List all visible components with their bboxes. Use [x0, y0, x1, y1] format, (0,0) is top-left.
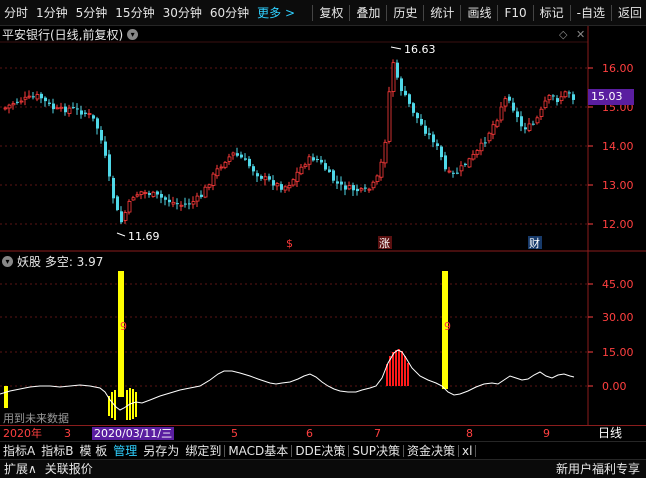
- promo-link[interactable]: 新用户福利专享: [552, 460, 646, 478]
- event-marker[interactable]: $: [286, 237, 293, 250]
- limit-up-marker[interactable]: 涨: [379, 237, 390, 250]
- tab-dde[interactable]: DDE决策: [292, 442, 348, 460]
- price-tick-label: 12.00: [602, 218, 634, 231]
- indicator-series: 9 9: [0, 271, 575, 420]
- nine-count-label: 9: [444, 320, 451, 333]
- date-label: 5: [231, 427, 238, 440]
- price-tick-label: 16.00: [602, 62, 634, 75]
- date-axis: 2020年 3 2020/03/11/三 5 6 7 8 9 日线: [0, 425, 646, 441]
- indicator-tick-label: 15.00: [602, 346, 634, 359]
- tab-indicator-a[interactable]: 指标A: [0, 442, 38, 460]
- tab-manage[interactable]: 管理: [110, 442, 140, 460]
- tab-bind-to[interactable]: 绑定到: [182, 442, 224, 460]
- tab-sup[interactable]: SUP决策: [349, 442, 403, 460]
- bottom-bar: 扩展∧ 关联报价 新用户福利专享: [0, 459, 646, 478]
- price-tick-label: 14.00: [602, 140, 634, 153]
- date-label: 3: [64, 427, 71, 440]
- candlestick-series: [3, 59, 575, 224]
- date-label: 2020年: [3, 427, 42, 440]
- indicator-tick-label: 45.00: [602, 278, 634, 291]
- indicator-name: 妖股 多空: 3.97: [17, 255, 104, 269]
- tab-indicator-b[interactable]: 指标B: [38, 442, 76, 460]
- low-label: 11.69: [128, 230, 160, 243]
- tab-template[interactable]: 模 板: [76, 442, 110, 460]
- tab-fund[interactable]: 资金决策: [404, 442, 458, 460]
- expand-button[interactable]: 扩展∧: [0, 460, 41, 478]
- chevron-down-icon[interactable]: ▾: [2, 256, 13, 267]
- related-quotes-button[interactable]: 关联报价: [41, 460, 97, 478]
- future-data-note: 用到未来数据: [3, 412, 69, 425]
- date-label: 9: [543, 427, 550, 440]
- tab-save-as[interactable]: 另存为: [140, 442, 182, 460]
- nine-count-label: 9: [120, 320, 127, 333]
- price-tick-label: 13.00: [602, 179, 634, 192]
- indicator-tick-label: 0.00: [602, 380, 627, 393]
- finance-marker[interactable]: 财: [529, 236, 540, 250]
- date-label: 7: [374, 427, 381, 440]
- tab-xl[interactable]: xl: [459, 442, 475, 460]
- cursor-date: 2020/03/11/三: [92, 427, 175, 440]
- divider: [475, 445, 477, 457]
- kline-chart[interactable]: 16.00 15.00 14.00 13.00 12.00 45.00 30.0…: [0, 0, 646, 477]
- high-annotation: 16.63: [390, 43, 436, 56]
- low-annotation: 11.69: [116, 230, 160, 243]
- date-label: 8: [466, 427, 473, 440]
- high-label: 16.63: [404, 43, 436, 56]
- indicator-tab-bar: 指标A 指标B 模 板 管理 另存为 绑定到 MACD基本 DDE决策 SUP决…: [0, 441, 646, 460]
- period-label[interactable]: 日线: [598, 427, 622, 440]
- indicator-title[interactable]: ▾ 妖股 多空: 3.97: [2, 253, 103, 270]
- current-price-badge: 15.03: [588, 89, 634, 105]
- date-label: 6: [306, 427, 313, 440]
- indicator-tick-label: 30.00: [602, 311, 634, 324]
- tab-macd[interactable]: MACD基本: [225, 442, 291, 460]
